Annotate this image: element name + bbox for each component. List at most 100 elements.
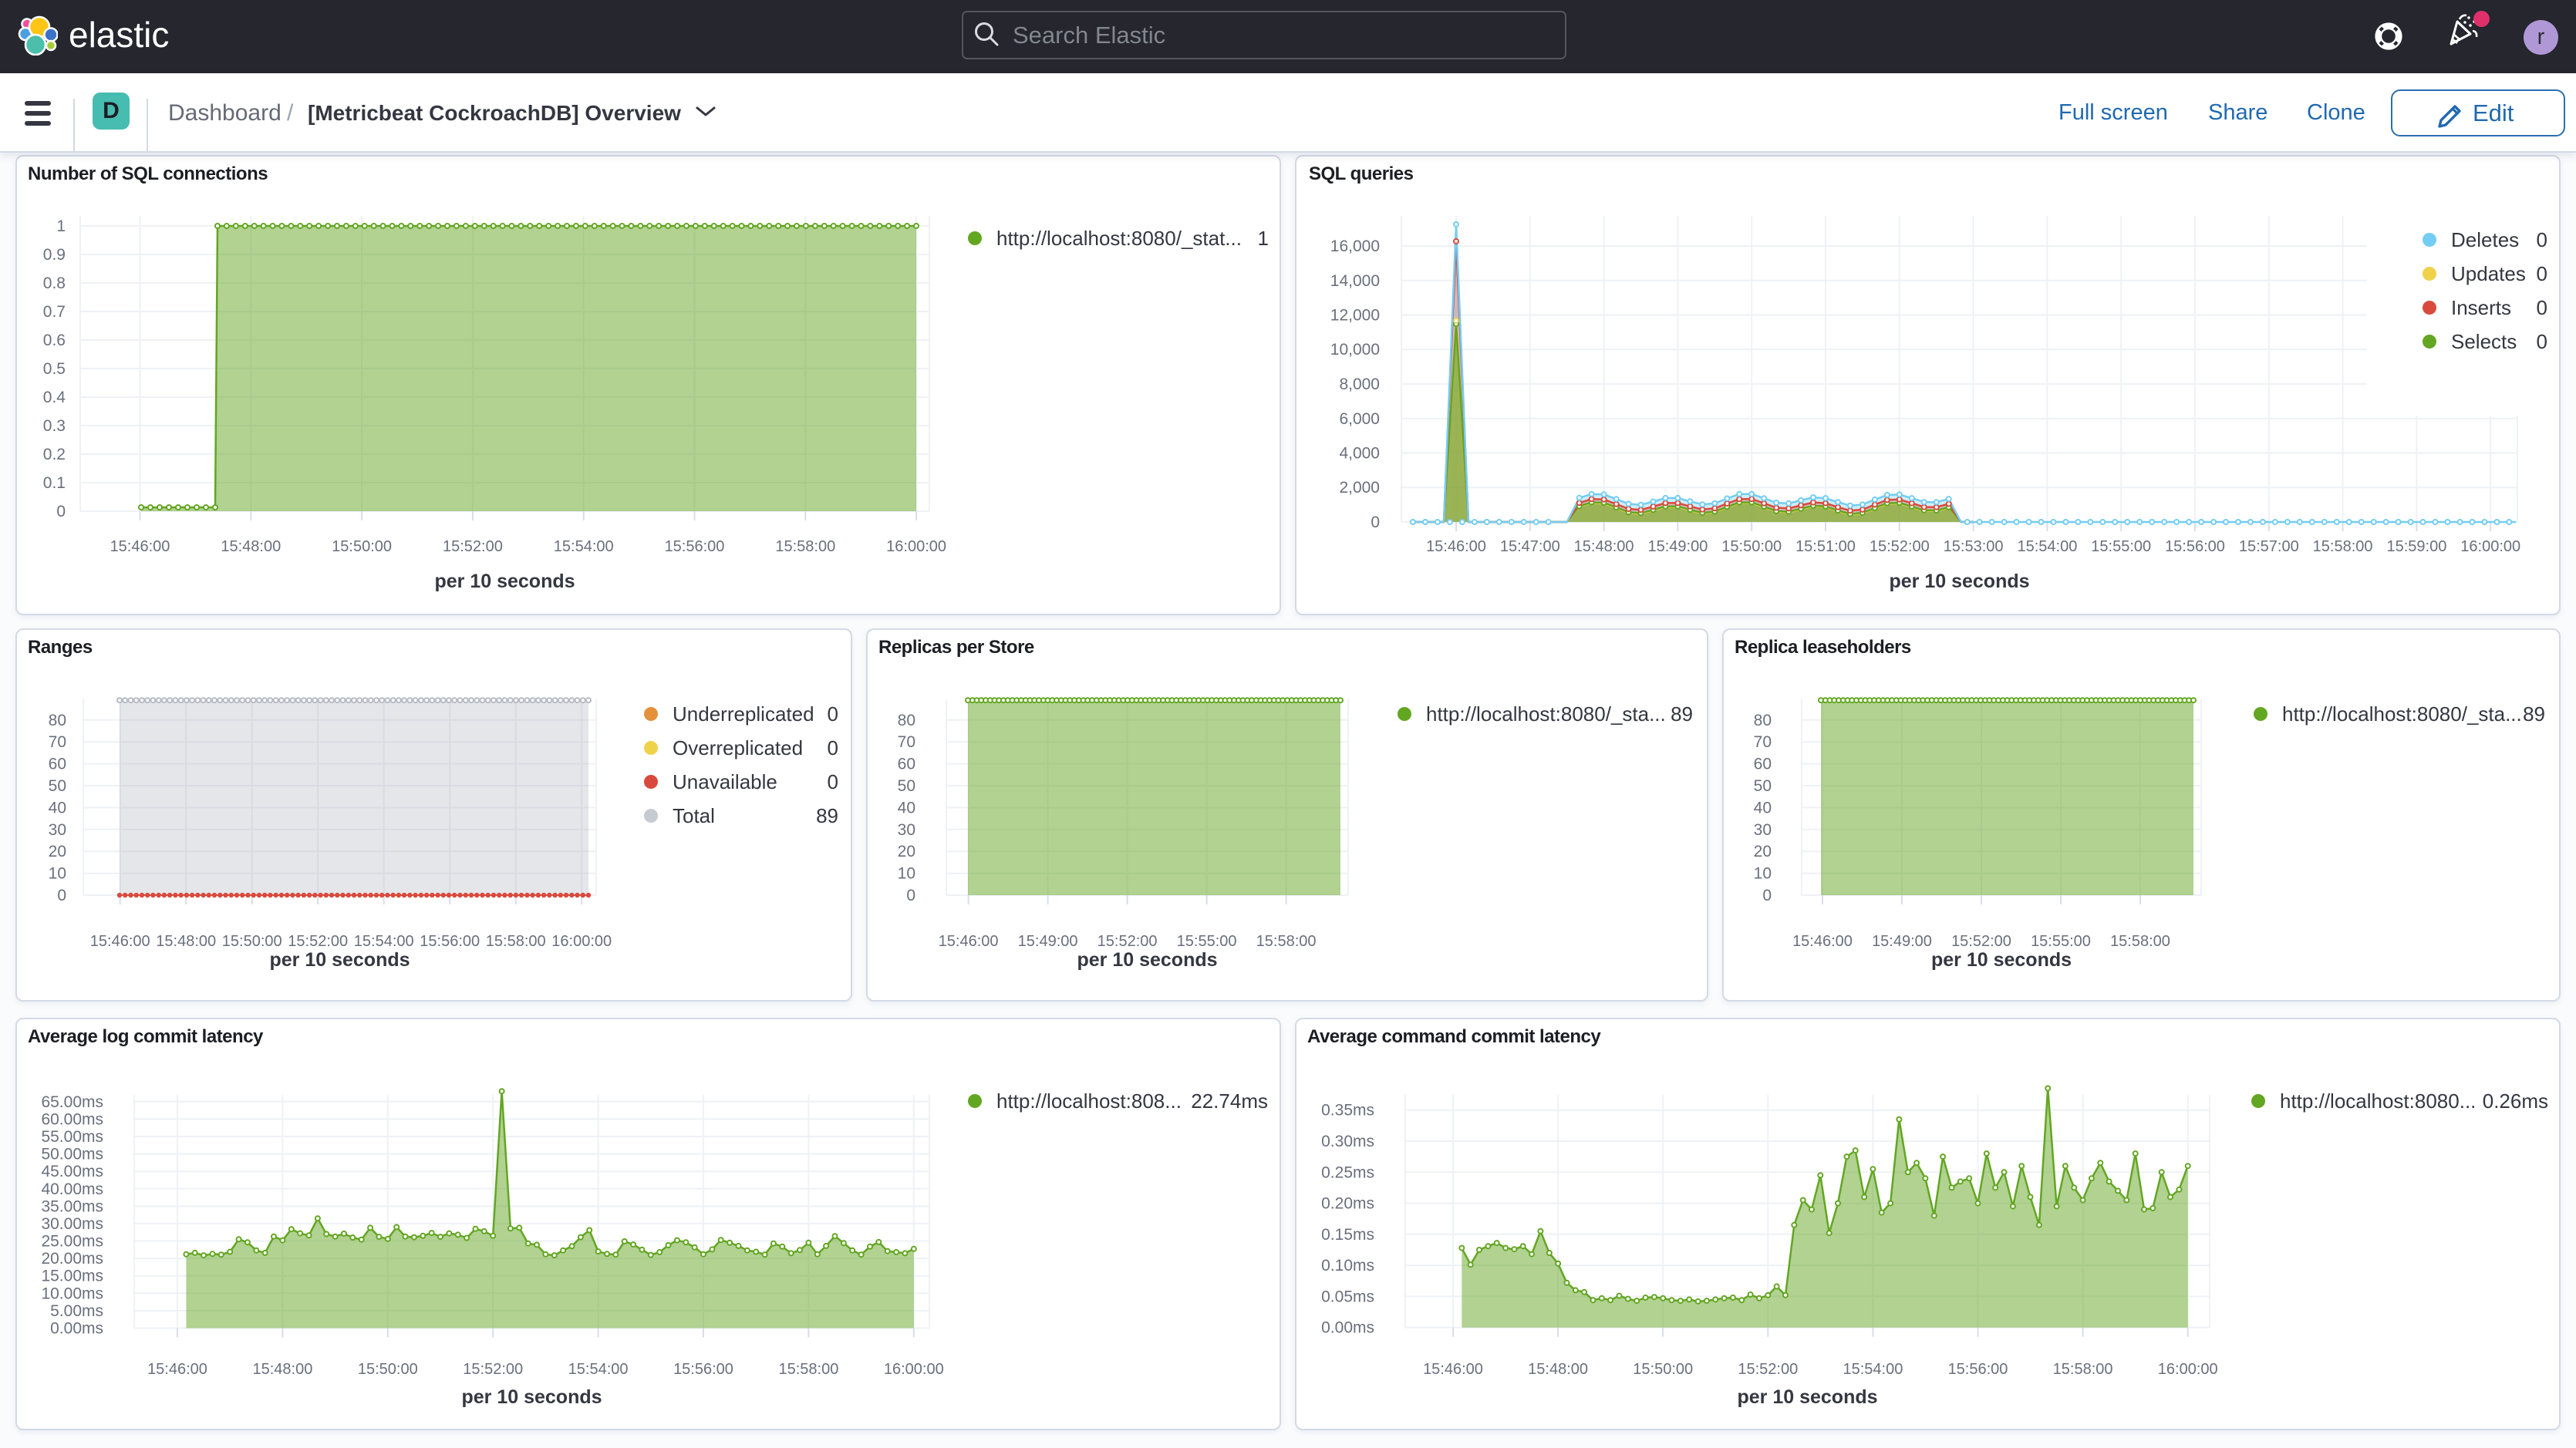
svg-text:15:53:00: 15:53:00 <box>1944 538 2004 555</box>
svg-text:0.20ms: 0.20ms <box>1321 1195 1374 1213</box>
svg-text:Deletes: Deletes <box>2451 228 2519 251</box>
svg-text:89: 89 <box>1671 702 1693 726</box>
svg-text:SQL queries: SQL queries <box>1309 163 1414 184</box>
svg-text:Average command commit latency: Average command commit latency <box>1307 1026 1601 1047</box>
svg-text:0: 0 <box>906 887 915 904</box>
svg-text:15:56:00: 15:56:00 <box>665 538 725 555</box>
svg-text:25.00ms: 25.00ms <box>41 1233 103 1251</box>
svg-text:0: 0 <box>828 702 838 726</box>
svg-text:30: 30 <box>49 821 66 839</box>
svg-text:14,000: 14,000 <box>1330 272 1380 290</box>
svg-text:http://localhost:8080...: http://localhost:8080... <box>2280 1089 2476 1113</box>
svg-text:15:50:00: 15:50:00 <box>1721 538 1782 555</box>
svg-text:15:49:00: 15:49:00 <box>1018 933 1078 950</box>
svg-text:0.9: 0.9 <box>43 246 66 264</box>
svg-text:0.00ms: 0.00ms <box>50 1320 103 1338</box>
svg-text:50: 50 <box>898 777 915 795</box>
svg-text:15:58:00: 15:58:00 <box>486 933 546 950</box>
svg-text:16:00:00: 16:00:00 <box>2460 538 2520 555</box>
svg-text:15:54:00: 15:54:00 <box>554 538 614 555</box>
svg-text:Number of SQL connections: Number of SQL connections <box>28 163 268 184</box>
svg-text:15:50:00: 15:50:00 <box>358 1361 418 1378</box>
svg-text:0: 0 <box>2537 296 2547 319</box>
svg-text:http://localhost:8080/_stat...: http://localhost:8080/_stat... <box>996 227 1242 250</box>
svg-text:5.00ms: 5.00ms <box>50 1302 103 1320</box>
svg-text:15:58:00: 15:58:00 <box>778 1361 838 1378</box>
svg-text:50: 50 <box>49 777 66 795</box>
svg-text:6,000: 6,000 <box>1339 410 1380 428</box>
svg-text:80: 80 <box>1754 712 1772 729</box>
svg-text:0.10ms: 0.10ms <box>1321 1257 1374 1275</box>
svg-text:40: 40 <box>49 799 66 817</box>
svg-text:15:52:00: 15:52:00 <box>1097 933 1158 950</box>
svg-text:0: 0 <box>828 770 838 793</box>
svg-text:0.05ms: 0.05ms <box>1321 1288 1374 1305</box>
svg-text:60: 60 <box>49 756 66 773</box>
svg-text:15:49:00: 15:49:00 <box>1872 933 1932 950</box>
svg-text:15:52:00: 15:52:00 <box>1738 1361 1798 1378</box>
svg-text:15:50:00: 15:50:00 <box>332 538 392 555</box>
svg-text:15:57:00: 15:57:00 <box>2239 538 2299 555</box>
svg-text:per 10 seconds: per 10 seconds <box>461 1386 602 1408</box>
svg-text:10: 10 <box>1754 865 1772 883</box>
svg-text:15:58:00: 15:58:00 <box>2313 538 2373 555</box>
svg-text:15:55:00: 15:55:00 <box>1177 933 1237 950</box>
svg-text:80: 80 <box>898 712 915 729</box>
svg-text:0.3: 0.3 <box>43 417 66 435</box>
svg-text:15:54:00: 15:54:00 <box>1843 1361 1903 1378</box>
svg-text:0.2: 0.2 <box>43 446 66 463</box>
svg-text:15:48:00: 15:48:00 <box>221 538 281 555</box>
svg-text:15:52:00: 15:52:00 <box>1870 538 1930 555</box>
svg-text:89: 89 <box>816 804 838 827</box>
svg-text:0.15ms: 0.15ms <box>1321 1226 1374 1244</box>
svg-text:0.6: 0.6 <box>43 332 66 349</box>
svg-text:10: 10 <box>49 865 66 883</box>
svg-text:0.35ms: 0.35ms <box>1321 1102 1374 1120</box>
svg-text:0.25ms: 0.25ms <box>1321 1163 1374 1181</box>
svg-text:15:50:00: 15:50:00 <box>222 933 282 950</box>
svg-text:15:58:00: 15:58:00 <box>775 538 835 555</box>
svg-text:0: 0 <box>56 503 66 520</box>
svg-text:15:46:00: 15:46:00 <box>90 933 150 950</box>
svg-text:0.1: 0.1 <box>43 474 66 492</box>
svg-text:15:48:00: 15:48:00 <box>156 933 216 950</box>
svg-text:15:55:00: 15:55:00 <box>2031 933 2091 950</box>
svg-text:1: 1 <box>1258 227 1269 250</box>
svg-text:Underreplicated: Underreplicated <box>673 702 814 726</box>
svg-text:16:00:00: 16:00:00 <box>884 1361 944 1378</box>
svg-text:15:46:00: 15:46:00 <box>1423 1361 1483 1378</box>
svg-text:15:56:00: 15:56:00 <box>420 933 480 950</box>
svg-text:http://localhost:8080/_sta...: http://localhost:8080/_sta... <box>1426 702 1666 726</box>
svg-text:30: 30 <box>1754 821 1772 839</box>
svg-text:Selects: Selects <box>2451 330 2517 353</box>
svg-text:30.00ms: 30.00ms <box>41 1215 103 1233</box>
svg-text:16,000: 16,000 <box>1330 237 1380 255</box>
svg-text:40.00ms: 40.00ms <box>41 1180 103 1198</box>
svg-text:15:48:00: 15:48:00 <box>252 1361 312 1378</box>
svg-text:89: 89 <box>2523 702 2545 726</box>
svg-text:0: 0 <box>57 887 66 904</box>
svg-text:40: 40 <box>898 799 915 817</box>
svg-text:40: 40 <box>1754 799 1772 817</box>
svg-text:35.00ms: 35.00ms <box>41 1197 103 1215</box>
svg-text:10: 10 <box>898 865 915 883</box>
svg-text:50: 50 <box>1754 777 1772 795</box>
svg-text:http://localhost:808...: http://localhost:808... <box>996 1089 1182 1113</box>
svg-text:50.00ms: 50.00ms <box>41 1146 103 1163</box>
svg-text:15:54:00: 15:54:00 <box>568 1361 629 1378</box>
svg-text:15:54:00: 15:54:00 <box>2017 538 2077 555</box>
svg-text:16:00:00: 16:00:00 <box>2158 1361 2218 1378</box>
svg-text:45.00ms: 45.00ms <box>41 1163 103 1180</box>
svg-text:http://localhost:8080/_sta...: http://localhost:8080/_sta... <box>2282 702 2522 726</box>
svg-text:Total: Total <box>673 804 715 827</box>
svg-text:15:56:00: 15:56:00 <box>1948 1361 2008 1378</box>
svg-text:15:56:00: 15:56:00 <box>2165 538 2225 555</box>
svg-text:8,000: 8,000 <box>1339 375 1380 393</box>
svg-text:15:56:00: 15:56:00 <box>673 1361 733 1378</box>
svg-text:0: 0 <box>1371 514 1380 531</box>
svg-text:15:59:00: 15:59:00 <box>2386 538 2446 555</box>
svg-text:0.4: 0.4 <box>43 389 66 406</box>
svg-text:15:52:00: 15:52:00 <box>1951 933 2011 950</box>
svg-text:60: 60 <box>1754 756 1772 773</box>
svg-text:15:52:00: 15:52:00 <box>443 538 503 555</box>
